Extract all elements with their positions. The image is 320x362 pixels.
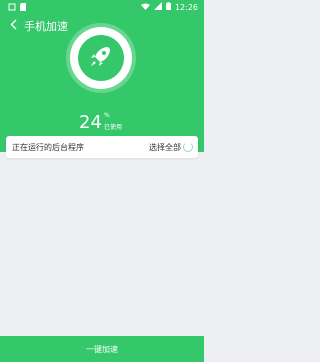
notification-icon: [8, 3, 16, 13]
boost-button-label: 一键加速: [86, 344, 118, 354]
select-all-button[interactable]: 选择全部: [149, 142, 181, 153]
header-background: 12:26 手机加速 24 % 已使用: [0, 0, 204, 152]
percent-symbol: %: [104, 112, 110, 119]
status-time: 12:26: [174, 2, 198, 12]
spinner-icon: [183, 142, 193, 152]
wifi-icon: [140, 3, 150, 12]
chevron-left-icon: [10, 15, 17, 34]
boost-button[interactable]: 一键加速: [0, 336, 204, 362]
boost-circle: [70, 27, 132, 89]
sd-card-icon: [20, 3, 26, 13]
signal-icon: [153, 2, 162, 12]
back-button[interactable]: [4, 14, 22, 34]
percent-caption: 已使用: [104, 124, 123, 131]
page-title: 手机加速: [24, 20, 68, 33]
percent-value: 24: [79, 112, 102, 133]
running-programs-label: 正在运行的后台程序: [12, 143, 84, 152]
battery-icon: [165, 2, 171, 12]
process-card: 正在运行的后台程序 选择全部: [6, 136, 198, 158]
rocket-icon: [88, 43, 114, 73]
boost-inner-circle: [78, 35, 124, 81]
status-bar: 12:26: [0, 0, 204, 14]
